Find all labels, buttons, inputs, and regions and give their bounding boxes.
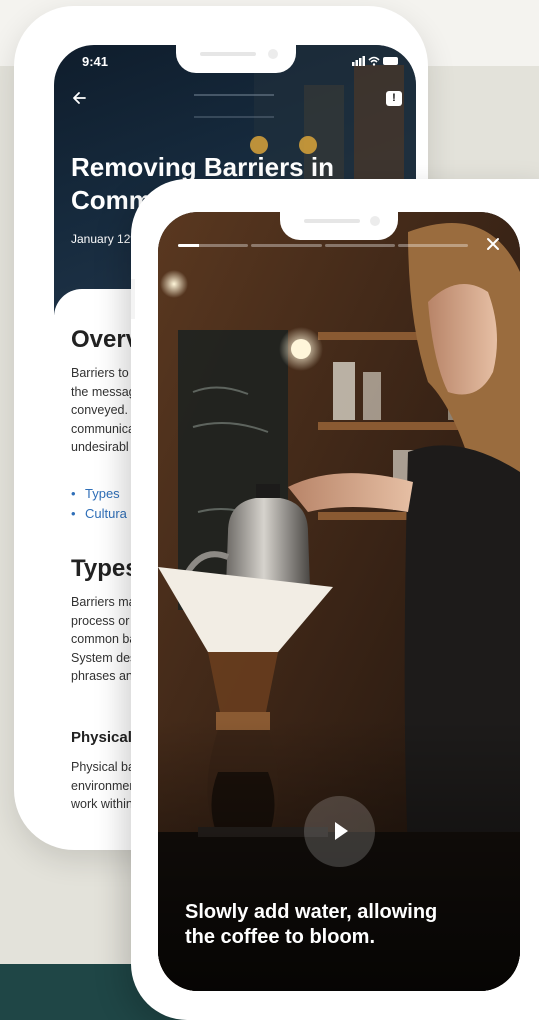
- play-icon: [335, 822, 348, 840]
- story-progress-segment: [324, 244, 395, 247]
- play-button[interactable]: [304, 796, 375, 867]
- report-icon[interactable]: !: [386, 91, 402, 106]
- close-icon[interactable]: [486, 237, 500, 251]
- notch-camera: [268, 49, 278, 59]
- notch-camera: [370, 216, 380, 226]
- types-heading: Types: [71, 555, 139, 582]
- physical-paragraph: Physical ba environmen work within: [71, 758, 136, 814]
- paragraph-line: Physical ba: [71, 760, 135, 774]
- paragraph-line: Barriers to: [71, 366, 129, 380]
- paragraph-line: the messag: [71, 384, 136, 399]
- types-paragraph: Barriers ma process or c common ba Syste…: [71, 593, 140, 686]
- overview-paragraph: Barriers to the messag conveyed. communi…: [71, 364, 136, 457]
- topic-link[interactable]: Types: [71, 484, 127, 504]
- paragraph-line: common ba: [71, 632, 137, 646]
- status-icons: [352, 55, 400, 69]
- story-screen: Slowly add water, allowing the coffee to…: [158, 212, 520, 991]
- paragraph-line: System des: [71, 650, 137, 665]
- paragraph-line: Barriers ma: [71, 595, 136, 609]
- signal-wifi-battery-icon: [352, 56, 398, 66]
- paragraph-line: conveyed.: [71, 403, 128, 417]
- physical-heading: Physical: [71, 729, 132, 746]
- phone-volume-up-button: [22, 184, 30, 246]
- story-progress-segment: [178, 244, 249, 247]
- paragraph-line: process or c: [71, 613, 140, 628]
- story-progress-segment: [251, 244, 322, 247]
- notch-speaker: [200, 52, 256, 56]
- story-progress-fill: [178, 244, 200, 247]
- topic-link-list: Types Cultura: [71, 484, 127, 524]
- caption-line: the coffee to bloom.: [185, 926, 375, 948]
- phone-volume-down-button: [22, 262, 30, 324]
- story-photo: [158, 212, 520, 991]
- article-date: January 12th: [71, 232, 141, 246]
- story-caption: Slowly add water, allowing the coffee to…: [185, 900, 505, 950]
- notch-speaker: [304, 219, 360, 223]
- story-phone: Slowly add water, allowing the coffee to…: [131, 179, 539, 1020]
- paragraph-line: phrases and: [71, 669, 140, 683]
- topic-link[interactable]: Cultura: [71, 504, 127, 524]
- paragraph-line: undesirabl: [71, 440, 129, 454]
- phone-side-button: [131, 279, 135, 319]
- phone-side-button: [22, 124, 30, 158]
- status-time: 9:41: [82, 54, 109, 69]
- phone-notch: [280, 212, 398, 240]
- caption-line: Slowly add water, allowing: [185, 901, 438, 923]
- paragraph-line: communica: [71, 421, 135, 436]
- back-arrow-icon[interactable]: [72, 91, 86, 105]
- phone-notch: [176, 45, 296, 73]
- story-progress-segment: [397, 244, 468, 247]
- story-progress-bar: [178, 244, 468, 247]
- paragraph-line: work within: [71, 797, 133, 811]
- paragraph-line: environmen: [71, 778, 137, 793]
